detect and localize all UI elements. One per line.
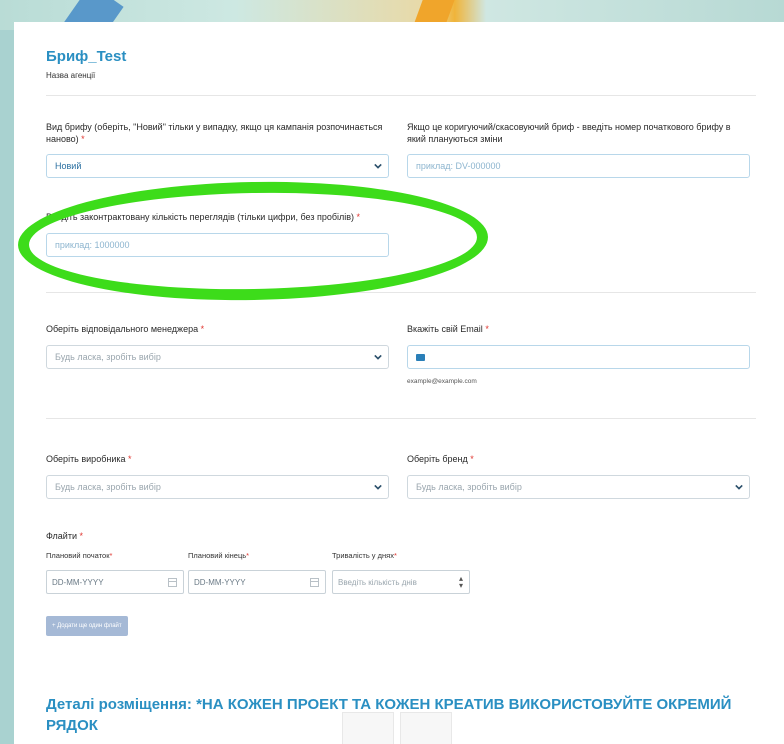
chevron-down-icon — [735, 484, 743, 490]
manager-select[interactable]: Будь ласка, зробіть вибір — [46, 345, 389, 369]
envelope-icon — [416, 354, 425, 361]
form-card: Бриф_Test Назва агенції Вид брифу (обері… — [14, 22, 784, 744]
producer-select[interactable]: Будь ласка, зробіть вибір — [46, 475, 389, 499]
email-hint: example@example.com — [407, 378, 477, 385]
divider — [46, 95, 756, 96]
corrective-brief-input[interactable]: приклад: DV-000000 — [407, 154, 750, 178]
planned-start-placeholder: DD-MM-YYYY — [52, 577, 104, 587]
email-label: Вкажіть свій Email * — [407, 324, 489, 334]
manager-placeholder: Будь ласка, зробіть вибір — [55, 352, 161, 362]
calendar-icon[interactable] — [168, 578, 177, 587]
planned-end-input[interactable]: DD-MM-YYYY — [188, 570, 326, 594]
producer-label: Оберіть виробника * — [46, 454, 132, 464]
manager-label: Оберіть відповідального менеджера * — [46, 324, 205, 334]
producer-placeholder: Будь ласка, зробіть вибір — [55, 482, 161, 492]
flights-label: Флайти * — [46, 531, 84, 541]
brand-placeholder: Будь ласка, зробіть вибір — [416, 482, 522, 492]
planned-start-input[interactable]: DD-MM-YYYY — [46, 570, 184, 594]
brand-select[interactable]: Будь ласка, зробіть вибір — [407, 475, 750, 499]
duration-input[interactable]: Введіть кількість днів ▴ ▾ — [332, 570, 470, 594]
calendar-icon[interactable] — [310, 578, 319, 587]
corrective-brief-label: Якщо це коригуючий/скасовуючий бриф - вв… — [407, 122, 731, 144]
planned-end-label: Плановий кінець* — [188, 551, 250, 560]
email-input[interactable] — [407, 345, 750, 369]
planned-end-placeholder: DD-MM-YYYY — [194, 577, 246, 587]
add-flight-button[interactable]: + Додати ще один флайт — [46, 616, 128, 636]
divider — [46, 418, 756, 419]
brief-type-select[interactable]: Новий — [46, 154, 389, 178]
agency-name-label: Назва агенції — [46, 71, 96, 80]
duration-label: Тривалість у днях* — [332, 551, 397, 560]
stepper-icon[interactable]: ▴ ▾ — [459, 575, 463, 590]
placement-section-title: Деталі розміщення: *НА КОЖЕН ПРОЕКТ ТА К… — [46, 696, 732, 734]
brief-type-value: Новий — [55, 161, 82, 171]
planned-start-label: Плановий початок* — [46, 551, 113, 560]
form-title: Бриф_Test — [46, 48, 127, 65]
chevron-down-icon — [374, 484, 382, 490]
brief-type-label: Вид брифу (оберіть, "Новий" тільки у вип… — [46, 122, 383, 144]
duration-placeholder: Введіть кількість днів — [338, 577, 417, 587]
chevron-down-icon — [374, 354, 382, 360]
brand-label: Оберіть бренд * — [407, 454, 474, 464]
chevron-down-icon — [374, 163, 382, 169]
